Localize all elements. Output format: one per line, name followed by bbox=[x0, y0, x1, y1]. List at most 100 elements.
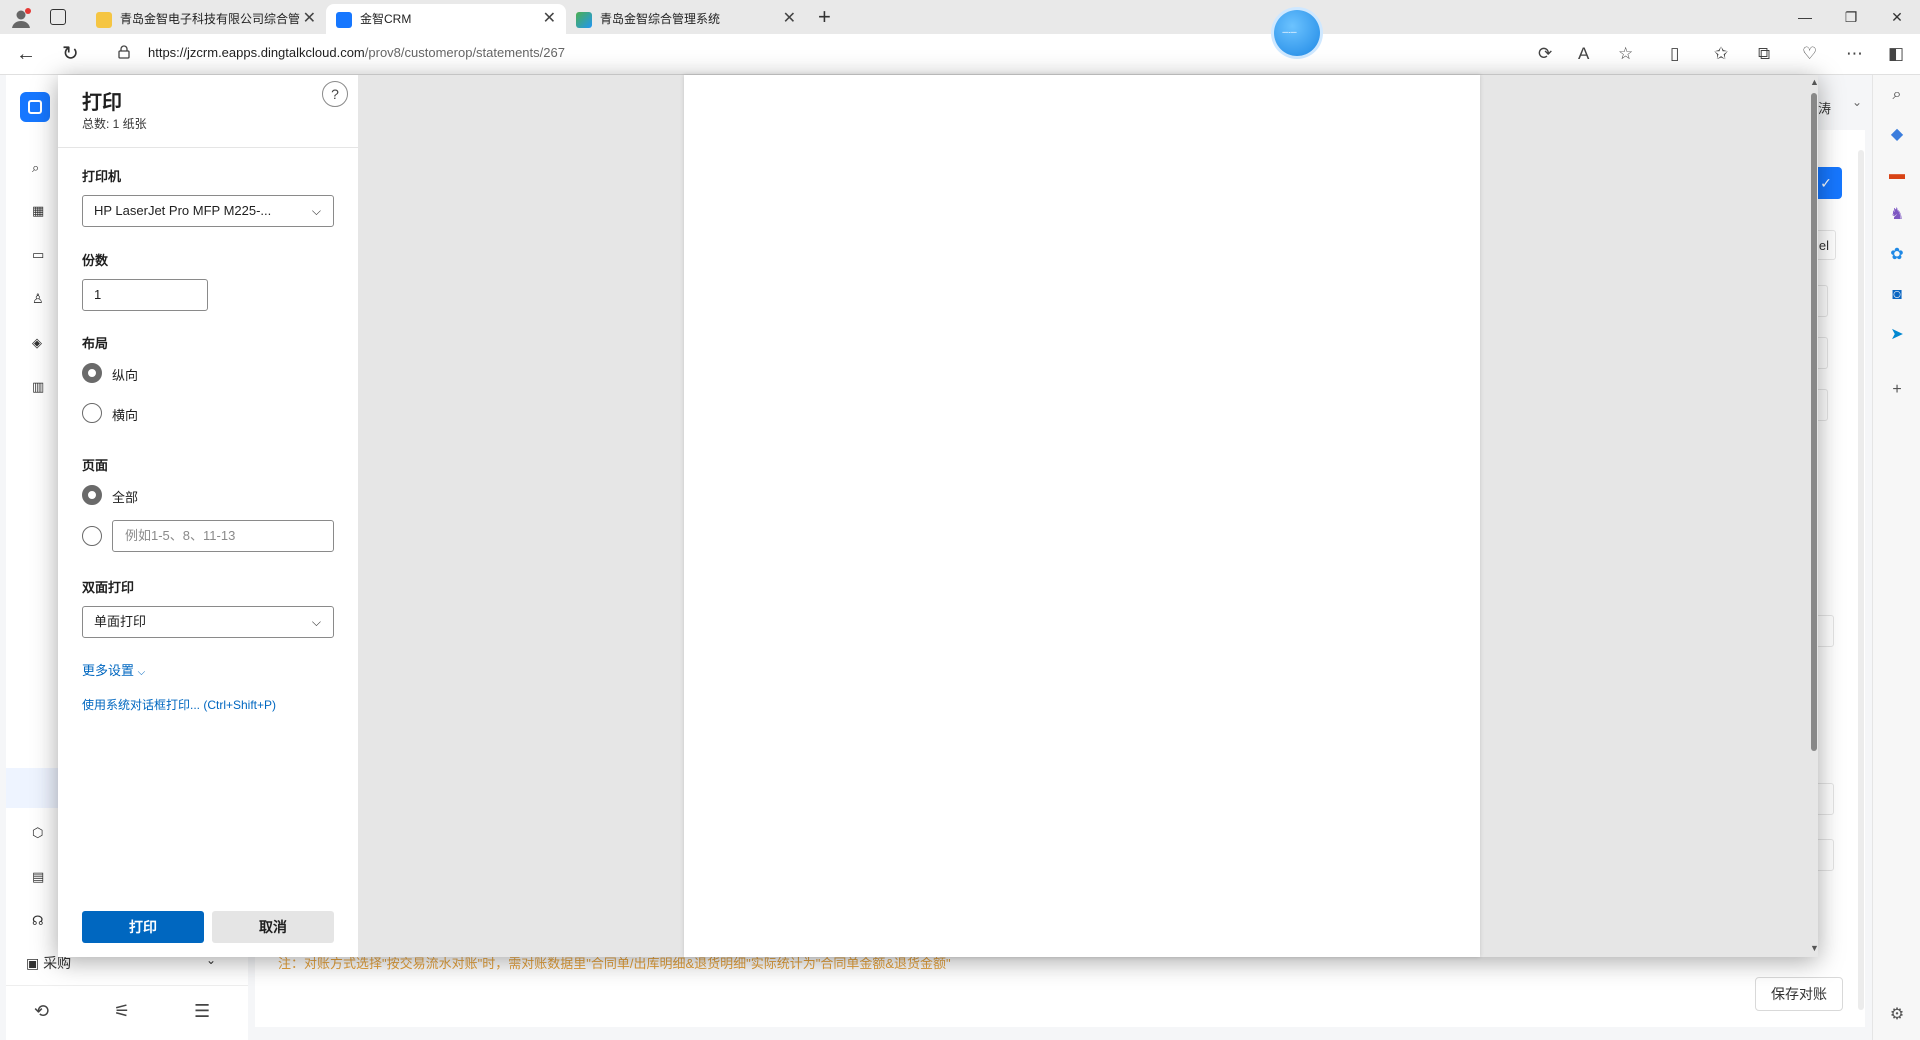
pages-label: 页面 bbox=[82, 458, 109, 473]
shopping-tag-icon[interactable]: ◆ bbox=[1887, 125, 1907, 145]
close-tab-icon[interactable]: ✕ bbox=[543, 4, 556, 34]
more-menu-icon[interactable]: ⋯ bbox=[1846, 43, 1863, 65]
scrollbar-thumb[interactable] bbox=[1811, 93, 1817, 751]
duplex-select[interactable]: 单面打印 ⌵ bbox=[82, 606, 334, 638]
close-window-icon[interactable]: ✕ bbox=[1874, 0, 1920, 34]
chevron-down-icon: ⌵ bbox=[311, 615, 321, 629]
printer-select[interactable]: HP LaserJet Pro MFP M225-... ⌵ bbox=[82, 195, 334, 227]
duplex-label: 双面打印 bbox=[82, 580, 135, 595]
refresh-icon[interactable]: ↻ bbox=[62, 42, 79, 66]
printer-label: 打印机 bbox=[82, 169, 122, 184]
divider bbox=[58, 147, 358, 148]
save-reconciliation-button[interactable]: 保存对账 bbox=[1755, 977, 1843, 1011]
more-settings-link[interactable]: 更多设置 ⌵ bbox=[82, 660, 145, 679]
crm-logo-icon[interactable] bbox=[20, 92, 50, 122]
browser-tab-bar: 青岛金智电子科技有限公司综合管 ✕ 金智CRM ✕ 青岛金智综合管理系统 ✕ +… bbox=[0, 0, 1920, 34]
collections-icon[interactable]: ⧉ bbox=[1758, 43, 1770, 65]
tab-qingdao-management[interactable]: 青岛金智综合管理系统 ✕ bbox=[566, 4, 806, 34]
scroll-up-icon[interactable]: ▲ bbox=[1810, 77, 1819, 87]
tab-qingdao-company[interactable]: 青岛金智电子科技有限公司综合管 ✕ bbox=[86, 4, 326, 34]
user-name[interactable]: 涛 bbox=[1818, 98, 1831, 117]
games-icon[interactable]: ♞ bbox=[1887, 205, 1907, 225]
chevron-down-icon: ⌵ bbox=[137, 667, 146, 678]
gear-icon[interactable]: ⚙ bbox=[1887, 1005, 1907, 1025]
print-title: 打印 bbox=[82, 92, 122, 114]
chart-icon[interactable]: ▥ bbox=[32, 379, 44, 395]
sidebar-bottom-tools: ⟲ ⚟ ☰ bbox=[6, 985, 248, 1036]
split-screen-icon[interactable]: ▯ bbox=[1670, 43, 1679, 65]
tracking-prevention-icon[interactable]: ⟳ bbox=[1538, 43, 1552, 65]
settings-hex-icon[interactable]: ⬡ bbox=[32, 825, 43, 841]
tab-actions-icon[interactable] bbox=[50, 9, 66, 25]
restore-icon[interactable]: ❐ bbox=[1828, 0, 1874, 34]
print-preview-area: ▲ ▼ bbox=[358, 75, 1819, 957]
preview-scrollbar[interactable]: ▲ ▼ bbox=[1810, 75, 1819, 957]
dashboard-icon[interactable]: ▦ bbox=[32, 203, 44, 219]
inbox-icon[interactable]: ▭ bbox=[32, 247, 44, 263]
page-scrollbar[interactable] bbox=[1858, 150, 1864, 1010]
headset-icon[interactable]: ☊ bbox=[32, 913, 44, 929]
preview-page bbox=[684, 75, 1480, 957]
scroll-down-icon[interactable]: ▼ bbox=[1810, 943, 1819, 953]
back-icon[interactable]: ← bbox=[16, 42, 36, 66]
landscape-radio[interactable] bbox=[82, 403, 102, 423]
copilot-icon[interactable]: ✿ bbox=[1887, 245, 1907, 265]
box-icon[interactable]: ◈ bbox=[32, 335, 42, 351]
tab-jinzhi-crm[interactable]: 金智CRM ✕ bbox=[326, 4, 566, 34]
minimize-icon[interactable]: — bbox=[1782, 0, 1828, 34]
printer-value: HP LaserJet Pro MFP M225-... bbox=[94, 203, 272, 218]
favorite-star-icon[interactable]: ☆ bbox=[1618, 43, 1633, 65]
cancel-button[interactable]: 取消 bbox=[212, 911, 334, 943]
add-icon[interactable]: + bbox=[1887, 380, 1907, 400]
toolbox-icon[interactable]: ▬ bbox=[1887, 165, 1907, 185]
document-icon[interactable]: ▤ bbox=[32, 869, 44, 885]
tab-title: 金智CRM bbox=[360, 12, 412, 26]
landscape-label[interactable]: 横向 bbox=[112, 405, 138, 424]
extension-badge-icon[interactable] bbox=[1274, 10, 1320, 56]
read-aloud-icon[interactable]: A bbox=[1578, 43, 1589, 65]
new-tab-icon[interactable]: + bbox=[818, 4, 831, 30]
lock-icon[interactable] bbox=[118, 45, 130, 59]
pages-all-radio[interactable] bbox=[82, 485, 102, 505]
close-tab-icon[interactable]: ✕ bbox=[303, 4, 316, 34]
crm-favicon-icon bbox=[336, 12, 352, 28]
cart-icon: ▣ bbox=[26, 955, 44, 971]
url-text[interactable]: https://jzcrm.eapps.dingtalkcloud.com/pr… bbox=[148, 45, 565, 60]
copies-input[interactable]: 1 bbox=[82, 279, 208, 311]
send-icon[interactable]: ➤ bbox=[1887, 325, 1907, 345]
folder-favicon-icon bbox=[96, 12, 112, 28]
search-icon[interactable]: ⌕ bbox=[32, 160, 39, 176]
more-settings-label: 更多设置 bbox=[82, 663, 135, 678]
portrait-radio[interactable] bbox=[82, 363, 102, 383]
close-tab-icon[interactable]: ✕ bbox=[783, 4, 796, 34]
outlook-icon[interactable]: ◙ bbox=[1887, 285, 1907, 305]
profile-icon[interactable] bbox=[10, 7, 32, 29]
edge-sidebar: ⌕ ◆ ▬ ♞ ✿ ◙ ➤ + ⚙ bbox=[1872, 75, 1920, 1040]
print-dialog: 打印 总数: 1 纸张 ? 打印机 HP LaserJet Pro MFP M2… bbox=[58, 75, 1819, 957]
search-icon[interactable]: ⌕ bbox=[1887, 85, 1907, 105]
url-path: /prov8/customerop/statements/267 bbox=[364, 45, 565, 60]
sheet-count: 总数: 1 纸张 bbox=[82, 117, 147, 131]
pages-all-label[interactable]: 全部 bbox=[112, 487, 138, 506]
print-button[interactable]: 打印 bbox=[82, 911, 204, 943]
filter-settings-icon[interactable]: ⚟ bbox=[114, 1001, 130, 1022]
browser-essentials-icon[interactable]: ♡ bbox=[1802, 43, 1817, 65]
customer-icon[interactable]: ♙ bbox=[32, 291, 44, 307]
sidebar-toggle-icon[interactable]: ◧ bbox=[1888, 43, 1904, 65]
favorites-icon[interactable]: ✩ bbox=[1714, 43, 1728, 65]
pages-range-radio[interactable] bbox=[82, 526, 102, 546]
pages-range-input[interactable]: 例如1-5、8、11-13 bbox=[112, 520, 334, 552]
system-dialog-link[interactable]: 使用系统对话框打印... (Ctrl+Shift+P) bbox=[82, 696, 276, 713]
print-settings-panel: 打印 总数: 1 纸张 ? 打印机 HP LaserJet Pro MFP M2… bbox=[58, 75, 358, 957]
duplex-value: 单面打印 bbox=[94, 614, 147, 629]
tab-title: 青岛金智电子科技有限公司综合管 bbox=[120, 12, 301, 26]
mgmt-favicon-icon bbox=[576, 12, 592, 28]
chevron-down-icon: ⌵ bbox=[311, 204, 321, 218]
history-icon[interactable]: ⟲ bbox=[34, 1001, 49, 1022]
layout-label: 布局 bbox=[82, 336, 109, 351]
url-host: https://jzcrm.eapps.dingtalkcloud.com bbox=[148, 45, 365, 60]
collapse-menu-icon[interactable]: ☰ bbox=[194, 1001, 210, 1022]
help-button[interactable]: ? bbox=[322, 81, 348, 107]
portrait-label[interactable]: 纵向 bbox=[112, 365, 138, 384]
chevron-down-icon[interactable]: ⌄ bbox=[1852, 95, 1862, 109]
